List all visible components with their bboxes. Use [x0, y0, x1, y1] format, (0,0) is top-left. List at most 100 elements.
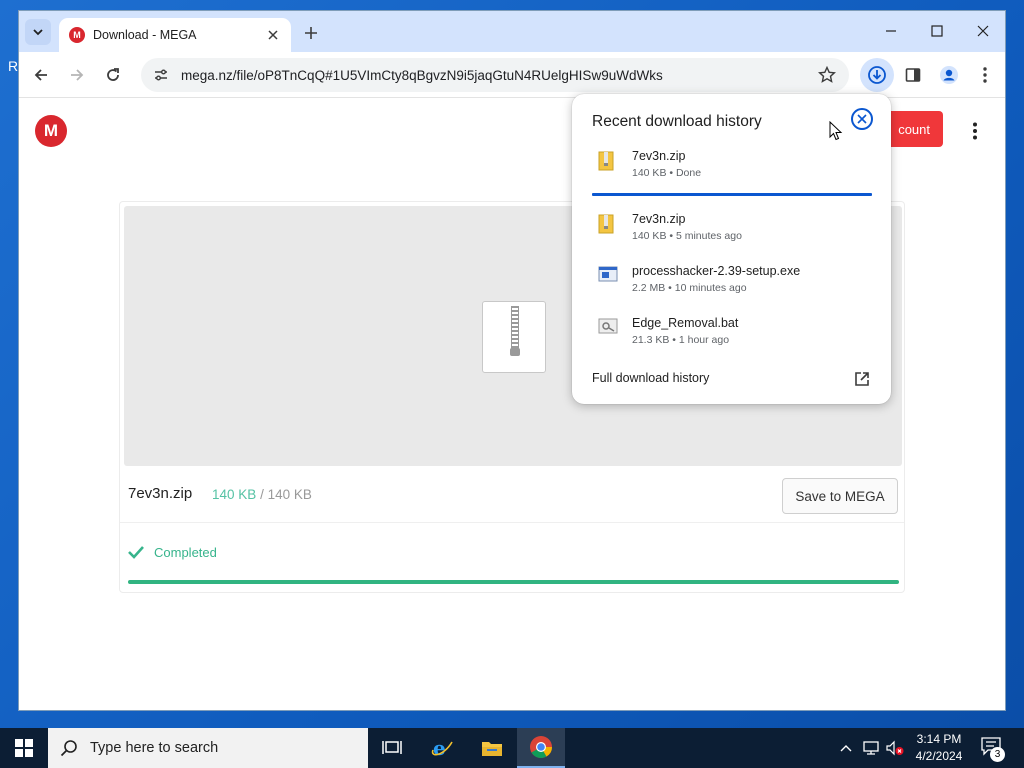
- internet-explorer-button[interactable]: e: [418, 728, 466, 768]
- search-icon: [60, 740, 77, 757]
- address-bar[interactable]: mega.nz/file/oP8TnCqQ#1U5VImCty8qBgvzN9i…: [141, 58, 849, 92]
- tab-title: Download - MEGA: [93, 28, 197, 42]
- reload-icon: [107, 68, 119, 81]
- download-item[interactable]: 7ev3n.zip 140 KB • Done: [592, 149, 872, 189]
- start-button[interactable]: [0, 728, 48, 768]
- tab-strip: M Download - MEGA: [19, 11, 1005, 52]
- tab-close-button[interactable]: [265, 27, 281, 43]
- download-item[interactable]: Edge_Removal.bat 21.3 KB • 1 hour ago: [592, 316, 872, 356]
- folder-icon: [482, 742, 502, 756]
- windows-taskbar: Type here to search e 3:14 PM 4/2/2024 3: [0, 728, 1024, 768]
- volume-tray-icon-button[interactable]: [884, 728, 906, 768]
- status-text: Completed: [154, 545, 217, 560]
- task-view-icon: [382, 741, 402, 754]
- mega-logo[interactable]: M: [35, 115, 67, 147]
- url-text: mega.nz/file/oP8TnCqQ#1U5VImCty8qBgvzN9i…: [181, 67, 663, 83]
- profile-button[interactable]: [937, 63, 961, 87]
- browser-toolbar: mega.nz/file/oP8TnCqQ#1U5VImCty8qBgvzN9i…: [19, 52, 1005, 98]
- chrome-icon: [530, 736, 552, 758]
- download-meta: 21.3 KB • 1 hour ago: [632, 334, 730, 346]
- tab-mega-download[interactable]: M Download - MEGA: [59, 18, 291, 52]
- download-item[interactable]: processhacker-2.39-setup.exe 2.2 MB • 10…: [592, 264, 872, 304]
- back-button[interactable]: [29, 63, 53, 87]
- mega-favicon: M: [69, 27, 85, 43]
- close-icon: [977, 25, 989, 37]
- download-name: 7ev3n.zip: [632, 212, 686, 226]
- chrome-taskbar-button[interactable]: [517, 728, 565, 768]
- network-tray-icon-button[interactable]: [860, 728, 882, 768]
- total-size: 140 KB: [267, 487, 312, 502]
- clock-date: 4/2/2024: [915, 749, 963, 763]
- download-name: processhacker-2.39-setup.exe: [632, 264, 801, 278]
- bookmark-button[interactable]: [815, 63, 839, 87]
- download-meta: 2.2 MB • 10 minutes ago: [632, 282, 747, 294]
- kebab-menu-icon: [973, 122, 977, 140]
- popup-close-button[interactable]: [851, 108, 873, 130]
- download-name: Edge_Removal.bat: [632, 316, 739, 330]
- size-separator: /: [260, 487, 264, 502]
- minimize-button[interactable]: [871, 19, 911, 43]
- internet-explorer-icon: e: [431, 736, 453, 760]
- minimize-icon: [886, 30, 896, 32]
- download-progress-divider: [592, 193, 872, 196]
- save-to-mega-button[interactable]: Save to MEGA: [782, 478, 898, 514]
- star-icon: [818, 66, 836, 83]
- reload-button[interactable]: [101, 63, 125, 87]
- download-name: 7ev3n.zip: [632, 149, 686, 163]
- open-external-icon[interactable]: [853, 370, 871, 388]
- network-icon: [863, 741, 879, 755]
- mouse-cursor-icon: [829, 121, 843, 141]
- download-status: Completed: [120, 522, 904, 584]
- tab-search-button[interactable]: [25, 19, 51, 45]
- downloaded-size: 140 KB: [212, 487, 257, 502]
- page-menu-button[interactable]: [965, 119, 985, 143]
- download-meta: 140 KB • Done: [632, 167, 702, 179]
- windows-logo-icon: [15, 739, 33, 757]
- download-meta: 140 KB • 5 minutes ago: [632, 230, 742, 242]
- chevron-up-icon: [840, 745, 852, 752]
- full-download-history-link[interactable]: Full download history: [592, 371, 709, 385]
- close-icon: [857, 114, 867, 124]
- file-name: 7ev3n.zip: [128, 485, 193, 502]
- taskbar-search-box[interactable]: Type here to search: [48, 728, 368, 768]
- task-view-button[interactable]: [368, 728, 416, 768]
- maximize-button[interactable]: [917, 19, 957, 43]
- downloads-button[interactable]: [860, 58, 894, 92]
- file-size: 140 KB / 140 KB: [212, 487, 312, 502]
- desktop-icon-fragment: R: [8, 58, 19, 74]
- side-panel-button[interactable]: [901, 63, 925, 87]
- popup-title: Recent download history: [592, 113, 762, 130]
- zip-file-icon: [482, 301, 546, 373]
- chrome-menu-button[interactable]: [973, 63, 997, 87]
- maximize-icon: [931, 25, 943, 37]
- chevron-down-icon: [33, 29, 43, 36]
- progress-bar: [128, 580, 899, 584]
- bat-file-icon: [598, 318, 618, 334]
- svg-text:e: e: [433, 736, 446, 760]
- exe-file-icon: [598, 266, 618, 282]
- zip-file-icon: [598, 214, 614, 234]
- chrome-window: M Download - MEGA mega.nz/file/oP8TnCqQ#…: [18, 10, 1006, 711]
- forward-button[interactable]: [65, 63, 89, 87]
- notification-count-badge: 3: [990, 747, 1005, 762]
- site-info-icon: [155, 69, 167, 81]
- new-tab-button[interactable]: [300, 22, 322, 44]
- kebab-menu-icon: [983, 67, 987, 83]
- show-hidden-icons-button[interactable]: [836, 728, 856, 768]
- zip-file-icon: [598, 151, 614, 171]
- download-item[interactable]: 7ev3n.zip 140 KB • 5 minutes ago: [592, 212, 872, 252]
- arrow-right-icon: [71, 69, 84, 81]
- download-icon: [868, 66, 886, 84]
- download-history-popup: Recent download history 7ev3n.zip 140 KB…: [572, 94, 891, 404]
- taskbar-search-placeholder: Type here to search: [90, 740, 219, 756]
- action-center-button[interactable]: 3: [980, 736, 1008, 762]
- file-explorer-button[interactable]: [468, 728, 516, 768]
- side-panel-icon: [905, 68, 921, 82]
- close-window-button[interactable]: [963, 19, 1003, 43]
- volume-muted-icon: [886, 740, 904, 756]
- plus-icon: [305, 27, 317, 39]
- checkmark-icon: [128, 546, 144, 559]
- taskbar-clock[interactable]: 3:14 PM 4/2/2024: [908, 731, 970, 765]
- profile-icon: [940, 66, 958, 84]
- arrow-left-icon: [34, 69, 47, 81]
